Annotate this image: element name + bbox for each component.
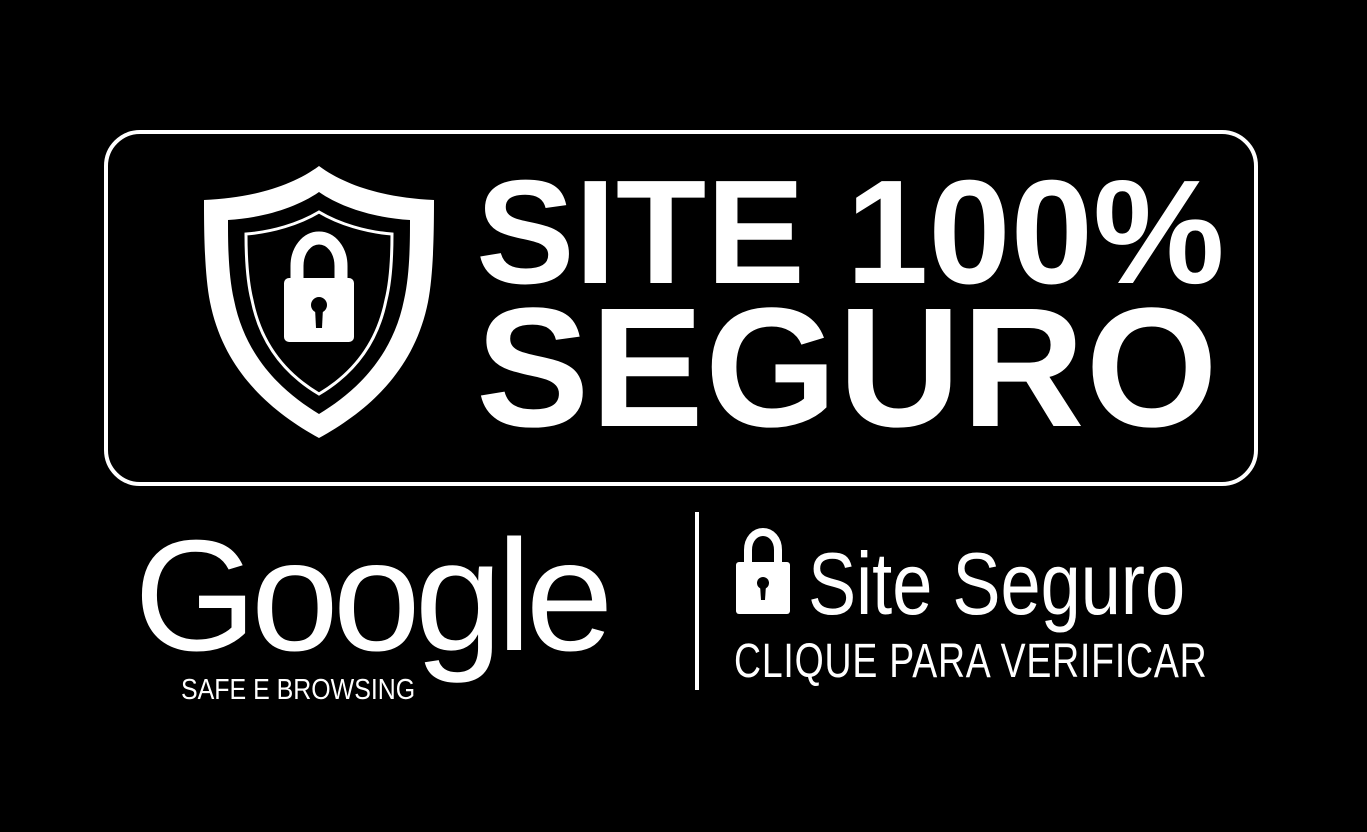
verify-title[interactable]: Site Seguro (808, 536, 1185, 632)
padlock-icon (736, 528, 790, 614)
google-subtitle: SAFE E BROWSING (181, 674, 416, 706)
headline-line2: SEGURO (476, 273, 1219, 463)
divider (695, 512, 699, 690)
verify-link[interactable]: CLIQUE PARA VERIFICAR (734, 636, 1207, 688)
shield-lock-icon (204, 166, 434, 438)
google-wordmark: Google (134, 508, 613, 684)
headline: SITE 100% SEGURO (476, 159, 1225, 463)
